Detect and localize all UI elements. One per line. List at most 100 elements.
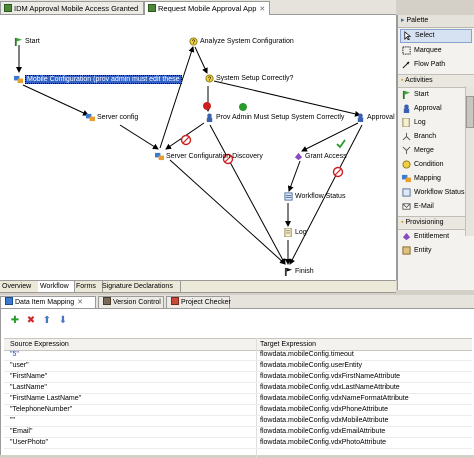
flow-prov-admin-to-finish[interactable]: [209, 124, 286, 265]
workflow-status-node-icon: [284, 192, 293, 201]
flow-path-icon: [402, 61, 410, 69]
palette-item-condition[interactable]: Condition: [398, 158, 474, 172]
table-row[interactable]: "LastName" flowdata.mobileConfig.vdxLastN…: [4, 383, 472, 394]
palette-item-log[interactable]: Log: [398, 116, 474, 130]
palette-panel: ▸ Palette Select Marquee Flow Path ▪ Act…: [397, 15, 474, 290]
column-header-target[interactable]: Target Expression: [254, 339, 316, 350]
mapping-node-icon: [155, 152, 164, 161]
node-system-setup-correctly[interactable]: ? System Setup Correctly?: [205, 74, 293, 83]
node-mobile-configuration[interactable]: Mobile Configuration (prov admin must ed…: [14, 75, 182, 84]
merge-icon: [402, 146, 411, 154]
node-server-configuration-discovery[interactable]: Server Configuration Discovery: [155, 152, 263, 161]
entitlement-icon: [402, 232, 411, 240]
tab-project-checker[interactable]: Project Checker: [166, 296, 231, 308]
palette-item-start[interactable]: Start: [398, 88, 474, 102]
node-log[interactable]: Log: [284, 228, 307, 237]
flow-setup-to-approval[interactable]: [213, 80, 361, 117]
palette-item-approval[interactable]: Approval: [398, 102, 474, 116]
table-row[interactable]: "FirstName LastName" flowdata.mobileConfi…: [4, 394, 472, 405]
move-up-icon[interactable]: ⬆: [42, 316, 52, 326]
add-mapping-icon[interactable]: ✚: [10, 316, 20, 326]
editor-tab-idm-approval[interactable]: IDM Approval Mobile Access Granted: [0, 1, 144, 14]
mapping-tab-icon: [5, 297, 13, 305]
panel-tab-bar: Data Item Mapping ✕ Version Control Proje…: [0, 295, 474, 309]
svg-text:?: ?: [208, 76, 212, 83]
remove-mapping-icon[interactable]: ✖: [26, 316, 36, 326]
marquee-icon: [402, 46, 411, 55]
flow-analyze-to-setup[interactable]: [194, 46, 208, 74]
close-tab-icon[interactable]: ✕: [77, 299, 83, 306]
palette-tool-flow-path[interactable]: Flow Path: [398, 58, 474, 72]
palette-section-activities[interactable]: ▪ Activities: [398, 74, 474, 88]
node-finish[interactable]: Finish: [284, 267, 314, 276]
palette-header[interactable]: ▸ Palette: [398, 15, 474, 28]
tab-signature-declarations[interactable]: Signature Declarations: [100, 281, 181, 292]
tab-forms[interactable]: Forms: [74, 281, 103, 292]
tab-workflow[interactable]: Workflow: [38, 281, 75, 292]
editor-page-tabs: Overview Workflow Forms Signature Declar…: [0, 280, 396, 293]
table-row[interactable]: "Email" flowdata.mobileConfig.vdxEmailAtt…: [4, 427, 472, 438]
palette-item-email[interactable]: E-Mail: [398, 200, 474, 214]
accept-marker-icon: [239, 103, 247, 111]
palette-item-merge[interactable]: Merge: [398, 144, 474, 158]
condition-node-icon: ?: [205, 74, 214, 83]
node-workflow-status[interactable]: Workflow Status: [284, 192, 345, 201]
flow-server-config-to-discovery[interactable]: [119, 124, 159, 150]
node-server-config[interactable]: Server config: [86, 113, 138, 122]
flow-mobile-to-server-config[interactable]: [22, 84, 89, 116]
palette-item-workflow-status[interactable]: Workflow Status: [398, 186, 474, 200]
project-checker-icon: [171, 297, 179, 305]
palette-tool-marquee[interactable]: Marquee: [398, 44, 474, 58]
table-row[interactable]: "TelephoneNumber" flowdata.mobileConfig.v…: [4, 405, 472, 416]
condition-node-icon: ?: [189, 37, 198, 46]
palette-scroll-thumb[interactable]: [466, 96, 474, 128]
node-grant-access[interactable]: Grant Access: [294, 152, 347, 161]
move-down-icon[interactable]: ⬇: [58, 316, 68, 326]
workflow-file-icon: [148, 4, 156, 12]
node-analyze-system-configuration[interactable]: ? Analyze System Configuration: [189, 37, 294, 46]
table-row[interactable]: "UserPhoto" flowdata.mobileConfig.vdxPhot…: [4, 438, 472, 449]
palette-item-mapping[interactable]: Mapping: [398, 172, 474, 186]
close-tab-icon[interactable]: ✕: [259, 6, 265, 13]
branch-icon: [402, 132, 411, 141]
condition-icon: [402, 160, 411, 169]
palette-tool-select[interactable]: Select: [400, 29, 472, 43]
editor-tab-request-mobile-approval[interactable]: Request Mobile Approval App ✕: [144, 1, 270, 15]
tab-overview[interactable]: Overview: [0, 281, 39, 292]
finish-flag-icon: [284, 267, 293, 276]
palette-item-entity[interactable]: Entity: [398, 244, 474, 258]
flow-discovery-to-analyze[interactable]: [159, 46, 195, 149]
entitlement-node-icon: [294, 152, 303, 161]
flow-discovery-to-finish[interactable]: [169, 159, 286, 265]
table-row[interactable]: "5" flowdata.mobileConfig.timeout: [4, 350, 472, 361]
entity-icon: [402, 246, 411, 255]
editor-tab-bar: IDM Approval Mobile Access Granted Reque…: [0, 0, 396, 15]
flow-connections: [16, 45, 363, 265]
node-approval[interactable]: Approval: [356, 113, 395, 122]
start-icon: [402, 90, 411, 99]
tab-data-item-mapping[interactable]: Data Item Mapping ✕: [0, 296, 96, 308]
column-header-source[interactable]: Source Expression: [4, 339, 69, 350]
table-row[interactable]: "user" flowdata.mobileConfig.userEntity: [4, 361, 472, 372]
flow-approval-to-grant[interactable]: [301, 122, 359, 152]
table-row[interactable]: "" flowdata.mobileConfig.vdxMobileAttribu…: [4, 416, 472, 427]
palette-item-entitlement[interactable]: Entitlement: [398, 230, 474, 244]
select-arrow-icon: [404, 30, 412, 40]
palette-section-provisioning[interactable]: ▪ Provisioning: [398, 216, 474, 230]
svg-text:?: ?: [192, 39, 196, 46]
tab-version-control[interactable]: Version Control: [98, 296, 164, 308]
table-row[interactable]: "FirstName" flowdata.mobileConfig.vdxFirs…: [4, 372, 472, 383]
log-icon: [402, 117, 410, 127]
node-prov-admin-must-setup[interactable]: Prov Admin Must Setup System Correctly: [205, 113, 344, 122]
approval-node-icon: [357, 113, 364, 122]
approval-node-icon: [206, 113, 213, 122]
flow-grant-to-workflow-status[interactable]: [287, 160, 301, 192]
mapping-icon: [402, 174, 411, 182]
start-flag-icon: [14, 37, 23, 46]
version-control-icon: [103, 297, 111, 305]
mapping-node-icon: [14, 75, 23, 84]
workflow-canvas[interactable]: Start ? Analyze System Configuration Mobi…: [0, 15, 397, 280]
palette-item-branch[interactable]: Branch: [398, 130, 474, 144]
node-start[interactable]: Start: [14, 37, 40, 46]
approval-icon: [403, 104, 410, 113]
